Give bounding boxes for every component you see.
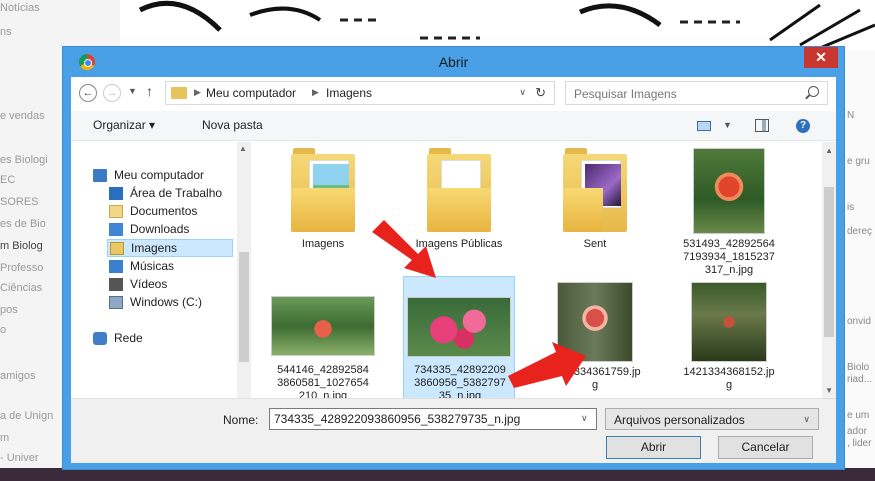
red-arrow-icon [508, 342, 586, 388]
annotation-overlay [372, 220, 586, 388]
red-arrow-icon [372, 220, 436, 278]
